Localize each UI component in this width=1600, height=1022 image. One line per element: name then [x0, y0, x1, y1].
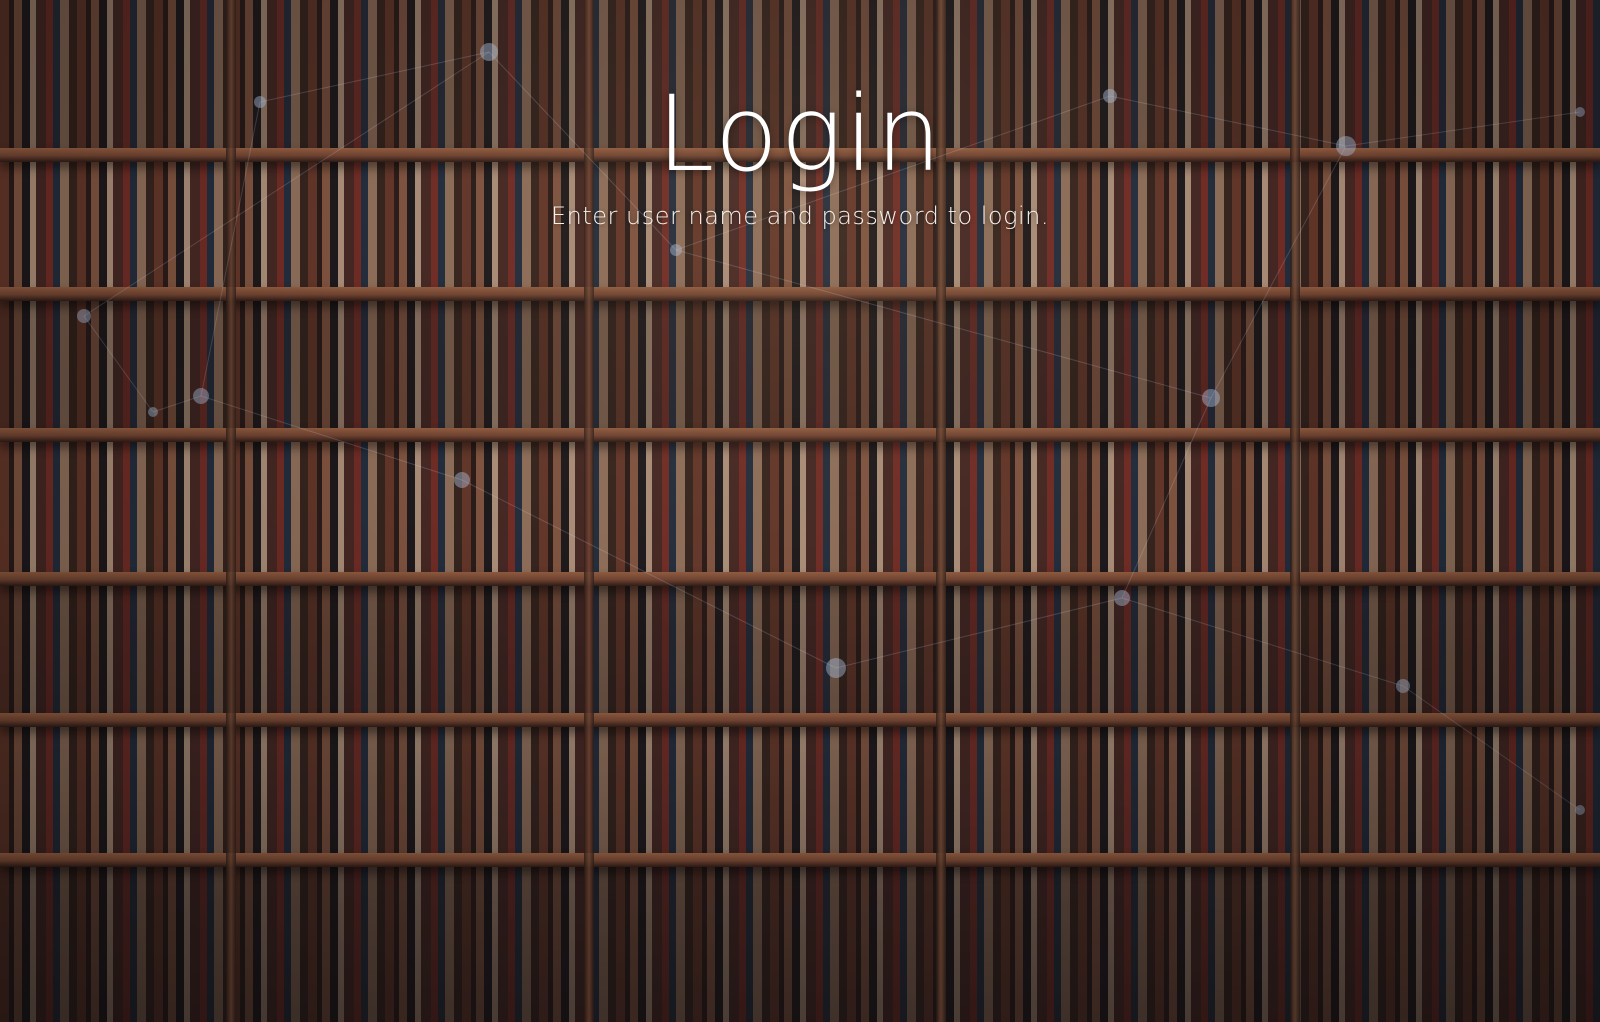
login-header: Login Enter user name and password to lo… — [0, 82, 1600, 230]
login-instructions: Enter user name and password to login. — [550, 202, 1050, 230]
login-page: Login Enter user name and password to lo… — [0, 0, 1600, 1022]
page-title: Login — [656, 73, 944, 195]
